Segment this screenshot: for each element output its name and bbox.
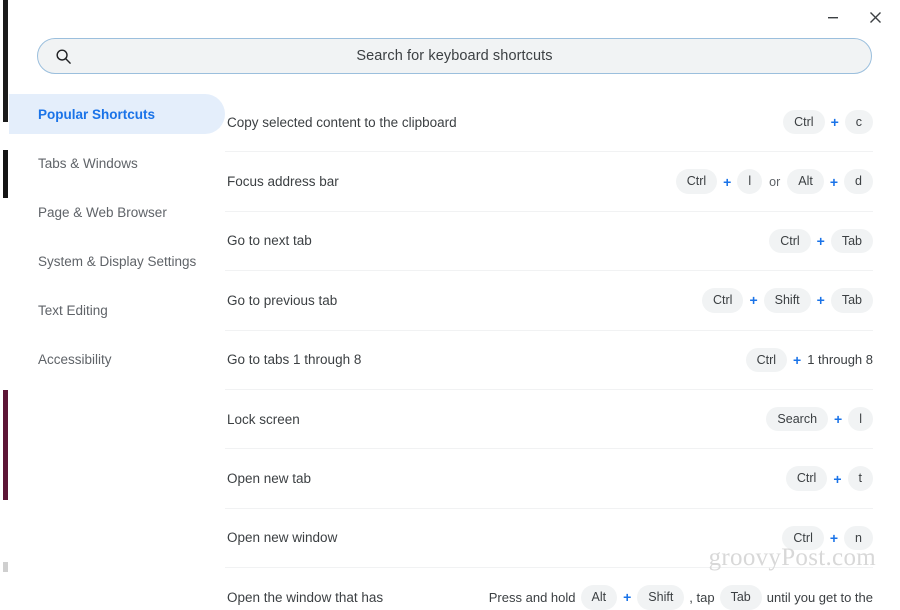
key-plus-separator: + — [793, 351, 802, 368]
shortcut-description: Copy selected content to the clipboard — [227, 114, 457, 130]
sidebar-item-system-display-settings[interactable]: System & Display Settings — [9, 241, 225, 281]
key-chip: Ctrl — [675, 169, 718, 194]
key-text: , tap — [689, 589, 715, 605]
shortcut-description: Open new tab — [227, 471, 312, 487]
key-chip: d — [844, 169, 873, 194]
sidebar-item-label: Text Editing — [38, 302, 108, 318]
minimize-button[interactable] — [812, 2, 854, 32]
shortcut-keys: Search + l — [766, 406, 873, 432]
shortcut-row: Go to tabs 1 through 8 Ctrl +1 through 8 — [225, 331, 873, 390]
sidebar-item-label: Page & Web Browser — [38, 204, 167, 220]
shortcut-keys: Press and hold Alt + Shift, tap Tab until you… — [489, 585, 873, 610]
key-chip: Ctrl — [782, 525, 824, 551]
key-chip: l — [737, 169, 763, 194]
shortcut-list: Copy selected content to the clipboard Ct… — [225, 93, 900, 610]
key-plus-separator: + — [829, 529, 839, 546]
sidebar-item-label: Accessibility — [38, 351, 112, 367]
keyboard-shortcuts-window: Search for keyboard shortcuts Popular Sh… — [9, 0, 900, 610]
sidebar-item-text-editing[interactable]: Text Editing — [9, 290, 225, 330]
key-chip: Shift — [763, 288, 811, 313]
desktop-edge-artifact — [0, 0, 9, 610]
key-text: or — [769, 174, 781, 189]
shortcut-row: Focus address bar Ctrl + l or Alt + d — [225, 152, 873, 212]
shortcut-description: Open the window that has — [227, 589, 384, 605]
key-chip: t — [847, 466, 873, 491]
shortcut-description: Go to tabs 1 through 8 — [227, 352, 362, 368]
close-button[interactable] — [854, 2, 896, 32]
sidebar-item-accessibility[interactable]: Accessibility — [9, 339, 225, 379]
sidebar-item-label: Tabs & Windows — [38, 155, 138, 171]
shortcut-description: Open new window — [227, 530, 338, 546]
shortcut-keys: Ctrl + t — [785, 466, 873, 491]
minimize-icon — [828, 17, 838, 19]
key-chip: l — [848, 406, 873, 432]
key-chip: Ctrl — [783, 109, 825, 135]
shortcut-keys: Ctrl + n — [782, 525, 873, 551]
shortcut-row: Lock screen Search + l — [225, 390, 873, 450]
shortcut-keys: Ctrl +1 through 8 — [745, 347, 873, 372]
shortcut-description: Lock screen — [227, 411, 300, 427]
key-chip: Search — [766, 406, 829, 432]
key-text: Press and hold — [488, 589, 576, 605]
key-chip: Tab — [719, 585, 762, 610]
search-placeholder: Search for keyboard shortcuts — [356, 48, 553, 64]
shortcut-description: Go to previous tab — [227, 292, 338, 308]
key-text: 1 through 8 — [807, 352, 873, 368]
search-section: Search for keyboard shortcuts — [9, 34, 900, 74]
key-chip: Alt — [787, 169, 824, 194]
key-chip: Ctrl — [702, 288, 744, 313]
shortcut-row: Open new tab Ctrl + t — [225, 449, 873, 509]
key-plus-separator: + — [723, 173, 732, 190]
category-sidebar: Popular Shortcuts Tabs & Windows Page & We… — [9, 93, 225, 610]
key-chip: Tab — [830, 288, 873, 313]
shortcut-keys: Ctrl + l or Alt + d — [675, 169, 873, 194]
sidebar-item-label: System & Display Settings — [38, 253, 197, 269]
key-plus-separator: + — [834, 411, 843, 428]
key-plus-separator: + — [749, 292, 758, 309]
search-input[interactable]: Search for keyboard shortcuts — [37, 38, 872, 74]
shortcut-keys: Ctrl + Tab — [769, 228, 873, 254]
shortcut-description: Focus address bar — [227, 174, 339, 190]
close-icon — [869, 11, 881, 23]
shortcut-keys: Ctrl + Shift + Tab — [702, 288, 873, 313]
title-bar — [9, 0, 900, 34]
key-plus-separator: + — [623, 589, 632, 606]
shortcut-row: Copy selected content to the clipboard Ct… — [225, 93, 873, 153]
key-plus-separator: + — [816, 292, 825, 309]
shortcut-row: Go to previous tab Ctrl + Shift + Tab — [225, 271, 873, 331]
search-icon — [54, 47, 72, 65]
key-plus-separator: + — [833, 470, 842, 487]
shortcut-row: Open the window that has Press and hold Al… — [225, 568, 873, 610]
sidebar-item-page-web-browser[interactable]: Page & Web Browser — [9, 192, 225, 232]
key-chip: n — [844, 525, 873, 551]
key-chip: Ctrl — [769, 228, 811, 254]
key-plus-separator: + — [830, 114, 839, 131]
sidebar-item-label: Popular Shortcuts — [38, 106, 156, 122]
key-chip: Tab — [830, 228, 873, 254]
key-plus-separator: + — [829, 173, 839, 190]
shortcut-keys: Ctrl + c — [783, 109, 873, 135]
shortcut-description: Go to next tab — [227, 233, 312, 249]
key-plus-separator: + — [816, 232, 825, 249]
sidebar-item-tabs-windows[interactable]: Tabs & Windows — [9, 143, 225, 183]
sidebar-item-popular-shortcuts[interactable]: Popular Shortcuts — [9, 94, 225, 134]
main-content: Popular Shortcuts Tabs & Windows Page & We… — [9, 93, 900, 610]
key-chip: c — [844, 109, 873, 135]
key-chip: Shift — [637, 585, 685, 610]
key-chip: Ctrl — [785, 466, 828, 491]
key-text: until you get to the — [766, 589, 873, 605]
shortcut-row: Open new window Ctrl + n — [225, 509, 873, 569]
shortcut-row: Go to next tab Ctrl + Tab — [225, 212, 873, 272]
key-chip: Ctrl — [745, 347, 788, 372]
key-chip: Alt — [580, 585, 618, 610]
